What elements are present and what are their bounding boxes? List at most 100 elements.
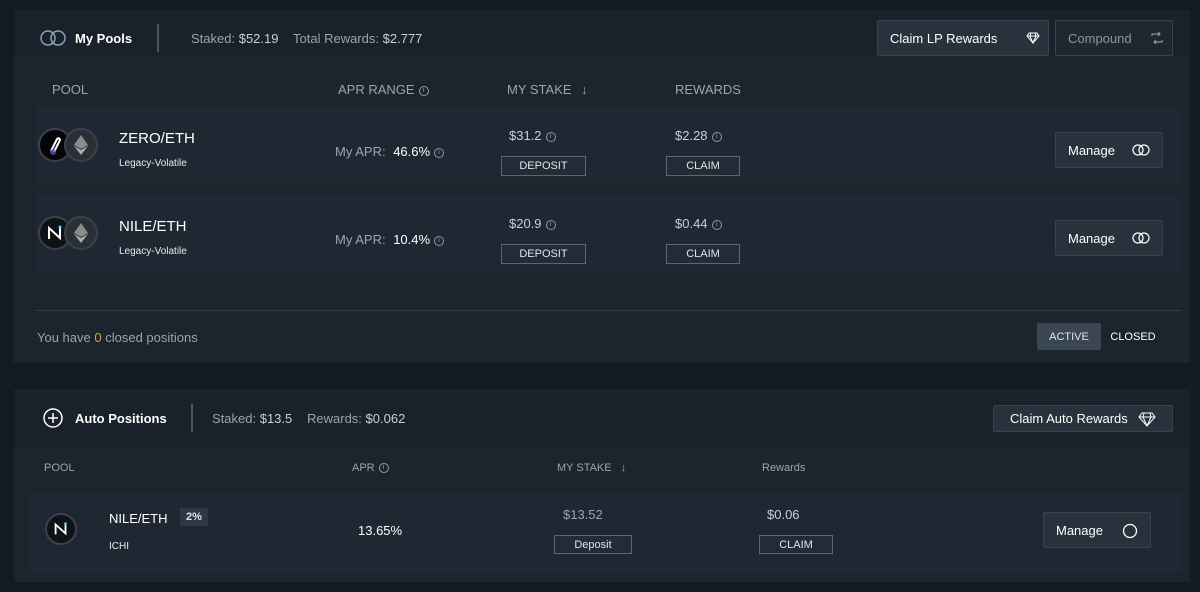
eth-token-icon bbox=[64, 216, 98, 250]
claim-lp-rewards-button[interactable]: Claim LP Rewards bbox=[877, 20, 1049, 56]
pool-row-nile-eth: NILE/ETH Legacy-Volatile My APR: 10.4% i … bbox=[36, 194, 1182, 272]
toggle-icon bbox=[1132, 232, 1150, 247]
manage-label: Manage bbox=[1068, 230, 1115, 246]
claim-button[interactable]: CLAIM bbox=[759, 535, 833, 554]
auto-staked-value: $13.5 bbox=[259, 411, 293, 426]
footer-divider bbox=[36, 310, 1182, 311]
stake-amount: $20.9 bbox=[509, 216, 542, 231]
add-circle-icon[interactable] bbox=[42, 407, 64, 429]
pool-type: Legacy-Volatile bbox=[119, 246, 187, 257]
pool-pair: NILE/ETH bbox=[119, 218, 187, 235]
claim-auto-rewards-button[interactable]: Claim Auto Rewards bbox=[993, 405, 1173, 432]
my-apr-label: My APR: bbox=[335, 232, 386, 247]
compound-label: Compound bbox=[1068, 30, 1132, 46]
circle-icon bbox=[1122, 523, 1138, 542]
my-apr: My APR: 46.6% i bbox=[335, 144, 445, 159]
deposit-button[interactable]: DEPOSIT bbox=[501, 156, 586, 176]
apr-label: APR bbox=[352, 462, 375, 474]
column-my-stake[interactable]: MY STAKE ↓ bbox=[507, 82, 588, 97]
total-rewards-value: $2.777 bbox=[382, 31, 423, 46]
info-icon[interactable]: i bbox=[711, 219, 722, 230]
manage-label: Manage bbox=[1056, 522, 1103, 538]
closed-prefix: You have bbox=[37, 330, 91, 345]
nile-token-icon bbox=[45, 513, 77, 545]
auto-rewards-value: $0.062 bbox=[365, 411, 406, 426]
info-icon[interactable]: i bbox=[545, 219, 556, 230]
info-icon[interactable]: i bbox=[418, 85, 429, 96]
staked-summary: Staked: $52.19 bbox=[191, 31, 278, 46]
column-pool: POOL bbox=[44, 462, 75, 474]
info-icon[interactable]: i bbox=[711, 131, 722, 142]
eth-token-icon bbox=[64, 128, 98, 162]
closed-suffix: closed positions bbox=[105, 330, 198, 345]
auto-row-nile-eth: NILE/ETH 2% ICHI 13.65% $13.52 Deposit $… bbox=[28, 493, 1182, 573]
toggle-icon[interactable] bbox=[40, 30, 68, 46]
reward-amount: $2.28 bbox=[675, 128, 708, 143]
my-apr-value: 10.4% bbox=[393, 232, 431, 247]
column-apr-range: APR RANGE i bbox=[338, 82, 429, 97]
reward-amount: $0.44 bbox=[675, 216, 708, 231]
pool-row-zero-eth: ZERO/ETH Legacy-Volatile My APR: 46.6% i … bbox=[36, 106, 1182, 184]
claim-button[interactable]: CLAIM bbox=[666, 244, 740, 264]
auto-pool-type: ICHI bbox=[109, 541, 129, 552]
header-divider bbox=[191, 404, 193, 432]
info-icon[interactable]: i bbox=[545, 131, 556, 142]
manage-button[interactable]: Manage bbox=[1043, 512, 1151, 548]
stake-amount: $31.2 bbox=[509, 128, 542, 143]
deposit-button[interactable]: Deposit bbox=[554, 535, 632, 554]
column-my-stake[interactable]: MY STAKE ↓ bbox=[557, 462, 626, 474]
info-icon[interactable]: i bbox=[434, 147, 445, 158]
auto-pool-pair: NILE/ETH bbox=[109, 511, 168, 526]
auto-positions-title: Auto Positions bbox=[75, 411, 167, 426]
total-rewards-label: Total Rewards: bbox=[293, 31, 379, 46]
manage-label: Manage bbox=[1068, 142, 1115, 158]
my-pools-title: My Pools bbox=[75, 31, 133, 46]
staked-label: Staked: bbox=[191, 31, 236, 46]
auto-rewards-label: Rewards: bbox=[307, 411, 362, 426]
stake-value: $20.9 i bbox=[509, 216, 556, 231]
pool-type: Legacy-Volatile bbox=[119, 158, 187, 169]
auto-apr-value: 13.65% bbox=[358, 523, 403, 538]
staked-value: $52.19 bbox=[238, 31, 279, 46]
auto-staked-label: Staked: bbox=[212, 411, 257, 426]
my-apr: My APR: 10.4% i bbox=[335, 232, 445, 247]
column-rewards: Rewards bbox=[762, 462, 806, 474]
compound-icon bbox=[1150, 31, 1164, 47]
rewards-summary: Total Rewards: $2.777 bbox=[293, 31, 422, 46]
auto-reward-value: $0.06 bbox=[767, 507, 800, 522]
column-apr: APR i bbox=[352, 462, 389, 474]
header-divider bbox=[157, 24, 159, 52]
pool-pair: ZERO/ETH bbox=[119, 130, 195, 147]
column-rewards: REWARDS bbox=[675, 82, 741, 97]
info-icon[interactable]: i bbox=[434, 235, 445, 246]
tab-active[interactable]: ACTIVE bbox=[1037, 323, 1101, 350]
reward-value: $2.28 i bbox=[675, 128, 722, 143]
apr-range-label: APR RANGE bbox=[338, 82, 415, 97]
my-stake-label: MY STAKE bbox=[507, 82, 572, 97]
fee-badge: 2% bbox=[180, 508, 208, 526]
auto-stake-value: $13.52 bbox=[563, 507, 603, 522]
auto-rewards-summary: Rewards: $0.062 bbox=[307, 411, 405, 426]
my-apr-value: 46.6% bbox=[393, 144, 431, 159]
column-pool: POOL bbox=[52, 82, 89, 97]
diamond-icon bbox=[1026, 31, 1040, 48]
claim-lp-rewards-label: Claim LP Rewards bbox=[890, 30, 998, 46]
compound-button[interactable]: Compound bbox=[1055, 20, 1173, 56]
sort-arrow-icon: ↓ bbox=[620, 462, 627, 474]
stake-value: $31.2 i bbox=[509, 128, 556, 143]
reward-value: $0.44 i bbox=[675, 216, 722, 231]
manage-button[interactable]: Manage bbox=[1055, 220, 1163, 256]
auto-positions-panel: Auto Positions Staked: $13.5 Rewards: $0… bbox=[14, 389, 1190, 582]
my-stake-label: MY STAKE bbox=[557, 462, 612, 474]
deposit-button[interactable]: DEPOSIT bbox=[501, 244, 586, 264]
closed-positions-text: You have 0 closed positions bbox=[37, 330, 198, 345]
manage-button[interactable]: Manage bbox=[1055, 132, 1163, 168]
diamond-icon bbox=[1138, 411, 1156, 430]
claim-button[interactable]: CLAIM bbox=[666, 156, 740, 176]
my-pools-panel: My Pools Staked: $52.19 Total Rewards: $… bbox=[14, 10, 1190, 363]
tab-closed[interactable]: CLOSED bbox=[1103, 323, 1163, 350]
sort-arrow-icon: ↓ bbox=[581, 82, 588, 97]
toggle-icon bbox=[1132, 144, 1150, 159]
auto-staked-summary: Staked: $13.5 bbox=[212, 411, 292, 426]
info-icon[interactable]: i bbox=[378, 463, 389, 474]
